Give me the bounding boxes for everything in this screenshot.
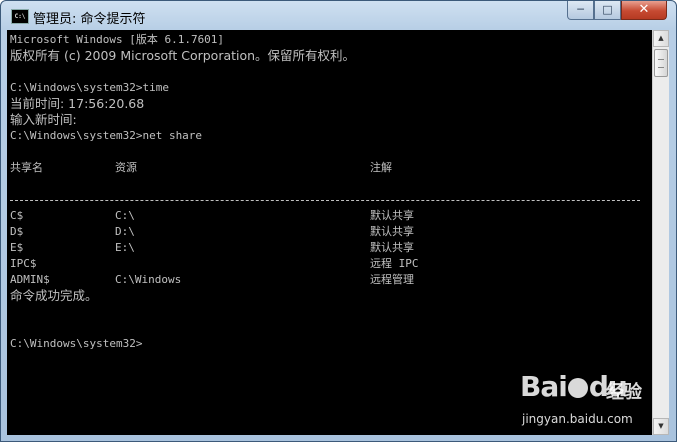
baidu-jingyan-watermark: Bai du 经验 jingyan.baidu.com (520, 370, 650, 434)
cmd-app-icon[interactable]: C:\ (11, 9, 29, 24)
share-remark: 默认共享 (370, 225, 414, 238)
share-name: E$ (10, 241, 24, 254)
close-button[interactable]: ✕ (621, 1, 667, 20)
share-resource: D:\ (115, 225, 135, 238)
title-bar[interactable]: C:\ 管理员: 命令提示符 ─ □ ✕ (1, 1, 676, 31)
share-remark: 默认共享 (370, 241, 414, 254)
paw-icon (567, 378, 588, 398)
watermark-url: jingyan.baidu.com (522, 412, 633, 426)
share-name: D$ (10, 225, 24, 238)
share-remark: 远程 IPC (370, 257, 419, 270)
net-share-command-line: C:\Windows\system32>net share (10, 129, 203, 142)
current-time-line: 当前时间: 17:56:20.68 (10, 96, 145, 111)
completion-message: 命令成功完成。 (10, 288, 98, 303)
vertical-scrollbar[interactable]: ▲ ▼ (652, 30, 669, 435)
scroll-down-arrow-icon[interactable]: ▼ (653, 418, 669, 435)
scrollbar-thumb[interactable] (654, 49, 668, 77)
version-line: Microsoft Windows [版本 6.1.7601] (10, 33, 225, 46)
share-name: ADMIN$ (10, 273, 50, 286)
share-name: C$ (10, 209, 24, 222)
share-resource: E:\ (115, 241, 135, 254)
share-remark: 默认共享 (370, 209, 414, 222)
command-prompt[interactable]: C:\Windows\system32> (10, 336, 142, 352)
maximize-button[interactable]: □ (594, 1, 621, 20)
copyright-line: 版权所有 (c) 2009 Microsoft Corporation。保留所有… (10, 48, 356, 63)
minimize-button[interactable]: ─ (567, 1, 594, 20)
share-name: IPC$ (10, 257, 37, 270)
remark-header: 注解 (370, 161, 392, 174)
new-time-prompt-line: 输入新时间: (10, 112, 77, 127)
logo-text: Bai (520, 370, 568, 403)
share-remark: 远程管理 (370, 273, 414, 286)
window-title: 管理员: 命令提示符 (33, 12, 146, 27)
resource-header: 资源 (115, 161, 137, 174)
time-command-line: C:\Windows\system32>time (10, 81, 169, 94)
share-name-header: 共享名 (10, 161, 43, 174)
share-resource: C:\Windows (115, 273, 182, 286)
scroll-up-arrow-icon[interactable]: ▲ (653, 30, 669, 47)
separator-line (10, 200, 640, 201)
share-resource: C:\ (115, 209, 135, 222)
jingyan-brand: 经验 (606, 382, 642, 403)
